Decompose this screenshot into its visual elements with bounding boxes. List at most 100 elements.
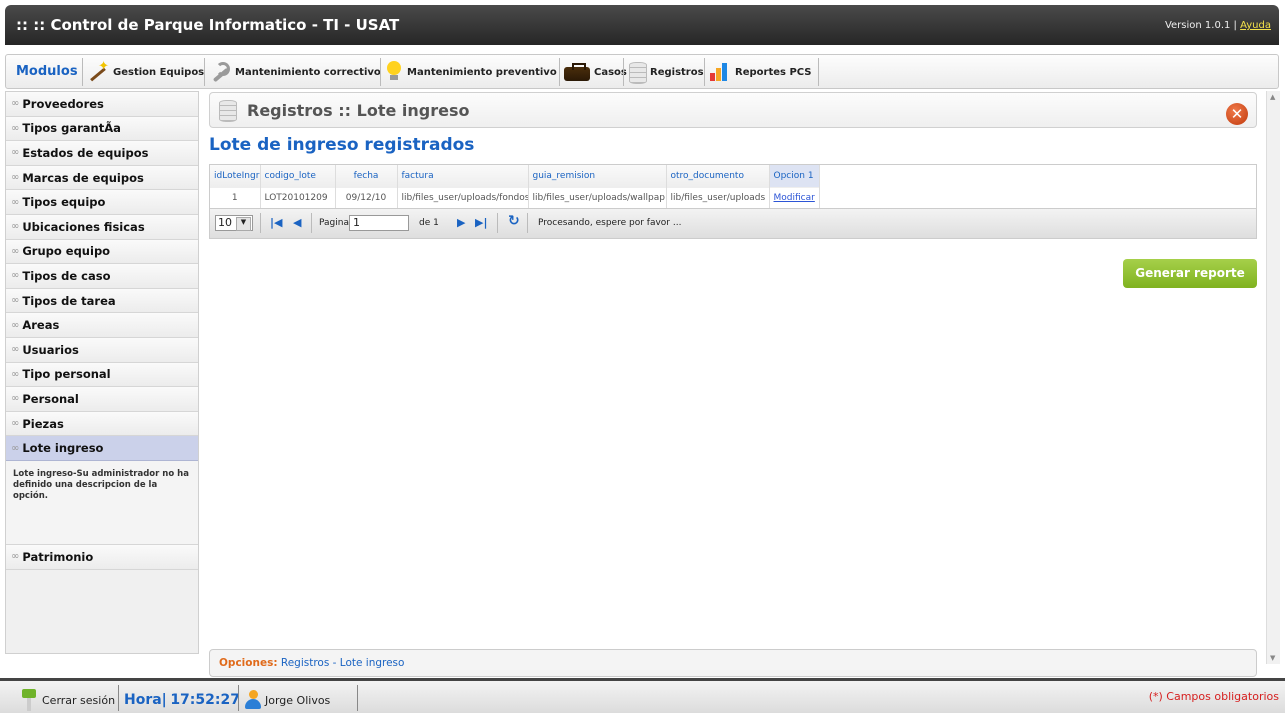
- link-icon: ∞: [11, 122, 20, 134]
- bar-chart-icon: [709, 61, 731, 83]
- sidebar-item-tipos-equipo[interactable]: ∞ Tipos equipo: [6, 190, 198, 215]
- menu-mantenimiento-preventivo[interactable]: Mantenimiento preventivo: [380, 58, 561, 86]
- options-bar: Opciones: Registros - Lote ingreso: [209, 649, 1257, 677]
- time-value: 17:52:27: [170, 692, 240, 708]
- sidebar-item-usuarios[interactable]: ∞ Usuarios: [6, 337, 198, 363]
- link-icon: ∞: [11, 393, 20, 405]
- sidebar-item-tipos-caso[interactable]: ∞ Tipos de caso: [6, 264, 198, 289]
- user-name: Jorge Olivos: [265, 693, 331, 707]
- main-scrollbar[interactable]: ▲ ▼: [1266, 91, 1280, 664]
- pager-status: Procesando, espere por favor ...: [538, 218, 682, 228]
- menu-item-label: Casos: [594, 66, 627, 78]
- sidebar-item-piezas[interactable]: ∞ Piezas: [6, 411, 198, 437]
- required-fields-note: (*) Campos obligatorios: [1148, 690, 1279, 703]
- page-title: Registros :: Lote ingreso: [247, 101, 470, 120]
- link-icon: ∞: [11, 98, 20, 110]
- menu-casos[interactable]: Casos: [559, 58, 631, 86]
- column-header[interactable]: guia_remision: [528, 165, 667, 187]
- sidebar-item-proveedores[interactable]: ∞ Proveedores: [6, 92, 198, 117]
- database-icon: [218, 99, 237, 122]
- sidebar-item-estados-equipos[interactable]: ∞ Estados de equipos: [6, 141, 198, 166]
- user-icon: [245, 690, 263, 710]
- sidebar-item-label: Lote ingreso: [22, 441, 104, 456]
- sidebar-item-label: Proveedores: [22, 96, 104, 111]
- logout-button[interactable]: Cerrar sesión: [22, 687, 115, 713]
- sidebar-item-lote-ingreso[interactable]: ∞ Lote ingreso: [6, 436, 198, 461]
- menu-registros[interactable]: Registros: [623, 58, 708, 86]
- sidebar-item-label: Marcas de equipos: [22, 170, 144, 185]
- modules-label: Modulos: [16, 64, 78, 79]
- last-page-icon[interactable]: ▶|: [475, 216, 487, 229]
- column-header[interactable]: otro_documento: [666, 165, 770, 187]
- grid-table: idLoteIngr codigo_lote fecha factura gui…: [210, 165, 820, 208]
- time-label: Hora|: [124, 692, 167, 708]
- column-header[interactable]: codigo_lote: [260, 165, 336, 187]
- close-icon[interactable]: ✕: [1226, 103, 1248, 125]
- section-title: Lote de ingreso registrados: [209, 135, 475, 155]
- table-cell: lib/files_user/uploads/wallpap: [528, 186, 667, 208]
- scroll-down-icon[interactable]: ▼: [1270, 654, 1275, 662]
- sidebar-item-marcas-equipos[interactable]: ∞ Marcas de equipos: [6, 165, 198, 191]
- menu-mantenimiento-correctivo[interactable]: Mantenimiento correctivo: [204, 58, 385, 86]
- first-page-icon[interactable]: |◀: [270, 216, 282, 229]
- table-cell: lib/files_user/uploads/fondos: [397, 186, 529, 208]
- menu-item-label: Reportes PCS: [735, 66, 812, 78]
- table-cell: 1: [210, 186, 261, 208]
- link-icon: ∞: [11, 172, 20, 184]
- sidebar-item-label: Grupo equipo: [22, 244, 111, 259]
- sidebar-item-areas[interactable]: ∞ Areas: [6, 313, 198, 338]
- table-cell: Modificar: [769, 186, 820, 208]
- footer-divider: [118, 685, 119, 711]
- sidebar-item-tipo-personal[interactable]: ∞ Tipo personal: [6, 362, 198, 388]
- generate-report-button[interactable]: Generar reporte: [1123, 259, 1257, 288]
- sidebar-item-grupo-equipo[interactable]: ∞ Grupo equipo: [6, 239, 198, 265]
- link-icon: ∞: [11, 221, 20, 233]
- column-header[interactable]: fecha: [335, 165, 398, 187]
- modify-link[interactable]: Modificar: [774, 193, 815, 203]
- menu-item-label: Gestion Equipos: [113, 66, 205, 78]
- link-icon: ∞: [11, 442, 20, 454]
- pager-divider: [497, 213, 498, 233]
- link-icon: ∞: [11, 319, 20, 331]
- database-icon: [628, 61, 647, 84]
- prev-page-icon[interactable]: ◀: [293, 216, 301, 229]
- page-number-input[interactable]: 1: [349, 215, 409, 231]
- app-title: :: :: Control de Parque Informatico - TI…: [16, 16, 400, 34]
- link-icon: ∞: [11, 344, 20, 356]
- scroll-up-icon[interactable]: ▲: [1270, 93, 1275, 101]
- footer: Cerrar sesión Hora| 17:52:27 Jorge Olivo…: [0, 678, 1285, 713]
- sidebar-item-label: Tipos equipo: [22, 195, 106, 210]
- sidebar-item-patrimonio[interactable]: ∞ Patrimonio: [6, 544, 198, 570]
- sidebar-item-label: Tipos de caso: [22, 268, 111, 283]
- sidebar-item-label: Areas: [22, 318, 60, 333]
- menu-reportes-pcs[interactable]: Reportes PCS: [704, 58, 819, 86]
- menu-item-label: Registros: [650, 66, 704, 78]
- table-row[interactable]: 1 LOT20101209 09/12/10 lib/files_user/up…: [210, 186, 820, 208]
- link-icon: ∞: [11, 551, 20, 563]
- link-icon: ∞: [11, 147, 20, 159]
- next-page-icon[interactable]: ▶: [457, 216, 465, 229]
- sidebar-item-description: Lote ingreso-Su administrador no ha defi…: [6, 460, 198, 545]
- help-link[interactable]: Ayuda: [1240, 20, 1271, 31]
- column-header[interactable]: factura: [397, 165, 529, 187]
- menu-item-label: Mantenimiento preventivo: [407, 66, 557, 78]
- options-path[interactable]: Registros - Lote ingreso: [281, 657, 405, 669]
- sidebar-item-ubicaciones[interactable]: ∞ Ubicaciones fisicas: [6, 214, 198, 240]
- sidebar-item-label: Estados de equipos: [22, 145, 149, 160]
- link-icon: ∞: [11, 295, 20, 307]
- refresh-icon[interactable]: ↻: [508, 213, 520, 229]
- sidebar-item-label: Usuarios: [22, 342, 79, 357]
- pager-divider: [311, 213, 312, 233]
- column-header[interactable]: idLoteIngr: [210, 165, 261, 187]
- sidebar-item-tipos-garantia[interactable]: ∞ Tipos garantÃa: [6, 116, 198, 142]
- page-size-select[interactable]: 10: [215, 215, 253, 231]
- column-header[interactable]: Opcion 1: [769, 165, 820, 187]
- menu-gestion-equipos[interactable]: Gestion Equipos: [82, 58, 208, 86]
- version-info: Version 1.0.1 | Ayuda: [1165, 20, 1271, 31]
- link-icon: ∞: [11, 368, 20, 380]
- wrench-icon: [209, 61, 231, 83]
- options-label: Opciones:: [219, 657, 278, 669]
- sidebar-item-personal[interactable]: ∞ Personal: [6, 387, 198, 412]
- sidebar-item-tipos-tarea[interactable]: ∞ Tipos de tarea: [6, 288, 198, 314]
- modules-menu: Modulos Gestion Equipos Mantenimiento co…: [5, 54, 1279, 89]
